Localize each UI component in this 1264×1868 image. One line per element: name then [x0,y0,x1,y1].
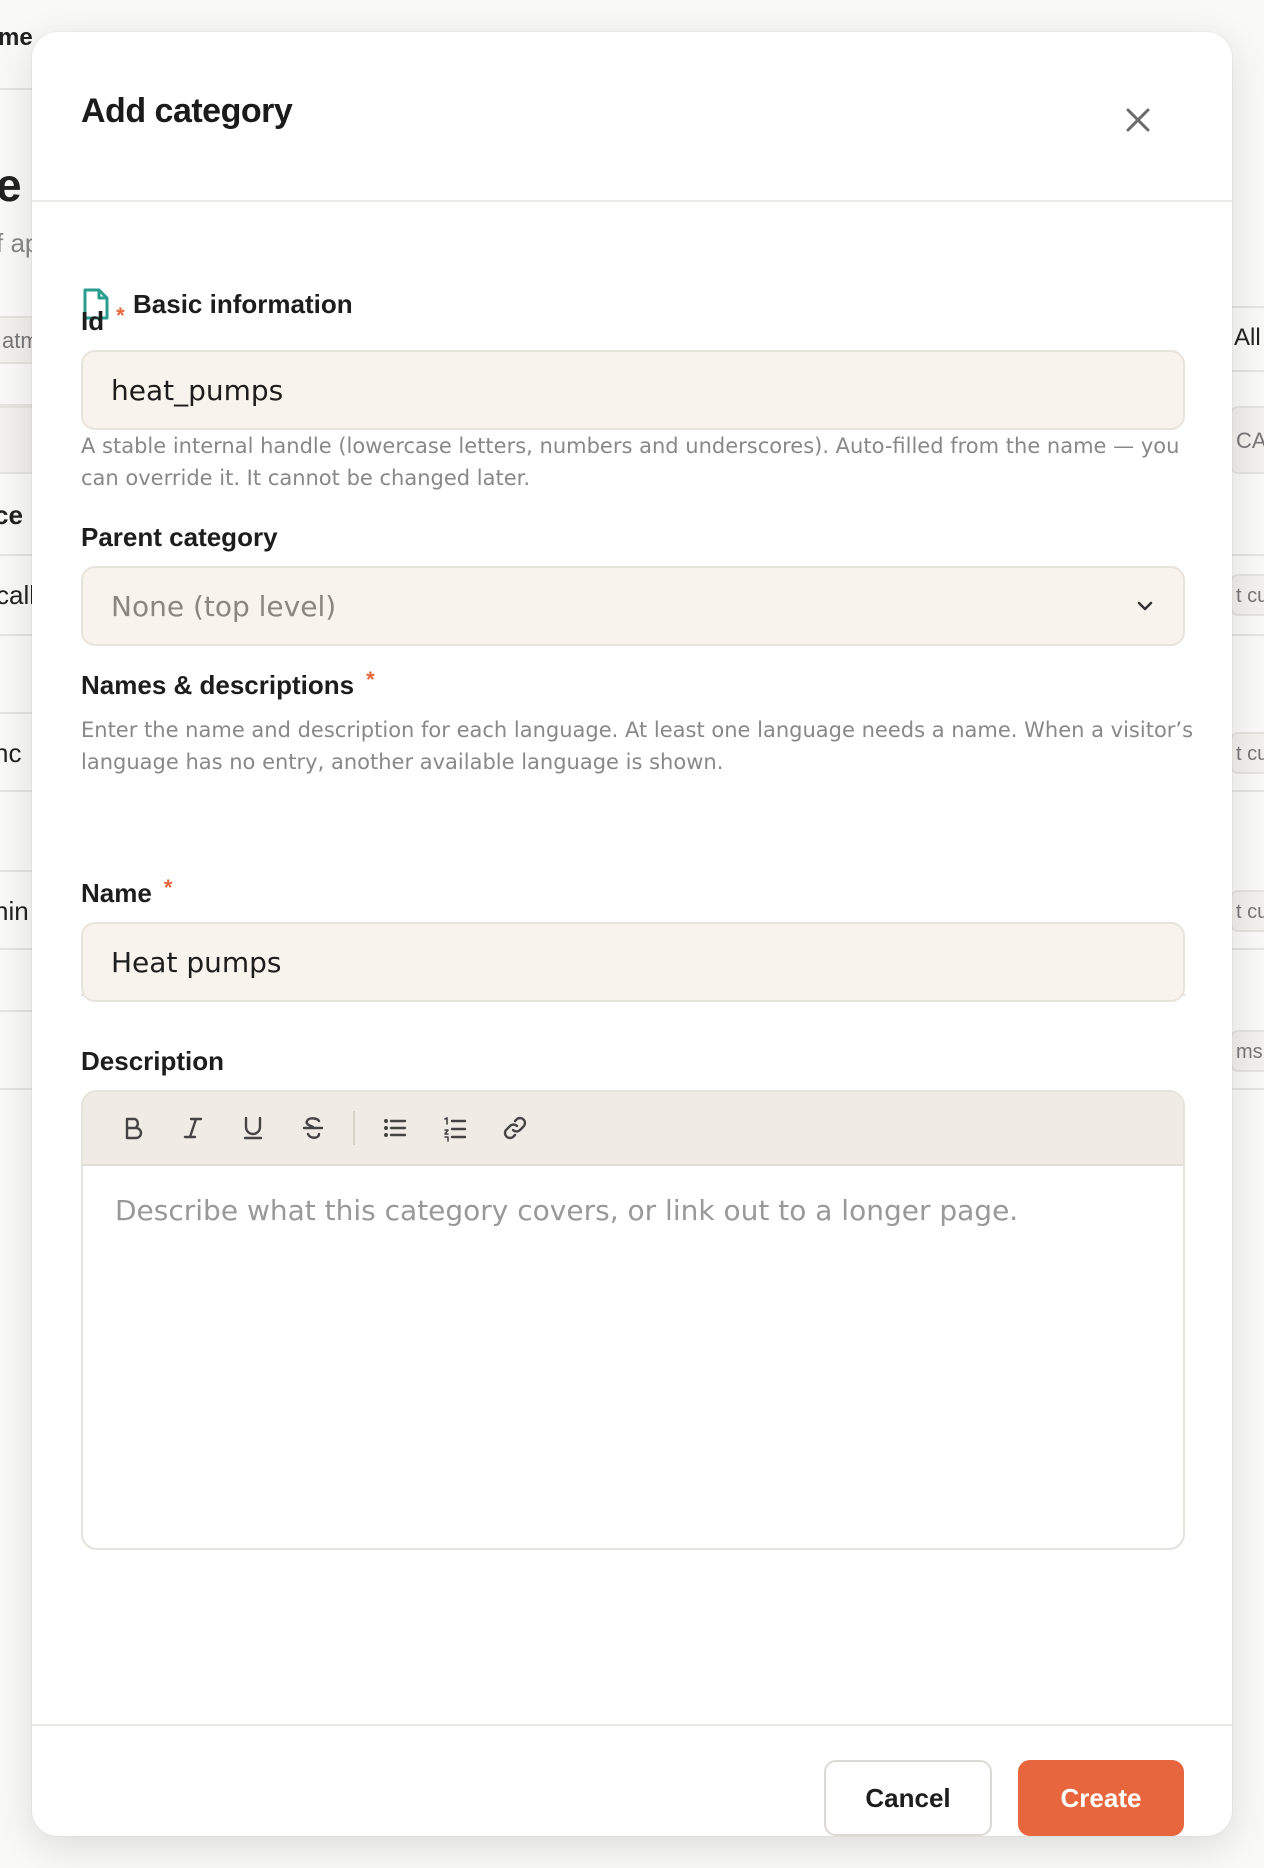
names-descriptions-label: Names & descriptions * [81,666,375,701]
bg-left-text-2: f ap [0,228,32,258]
parent-category-label-text: Parent category [81,522,278,552]
bg-right-pill: t cu [1230,732,1264,774]
bg-right-header-cell: CA [1230,406,1264,474]
id-help-text: A stable internal handle (lowercase lett… [81,434,1180,490]
background-left-strip: mer e f ap atm ce call nc hin [0,0,32,1868]
name-label: Name * [81,874,173,909]
cancel-button[interactable]: Cancel [824,1760,992,1836]
bg-right-text-0: All [1234,324,1261,351]
bg-divider [0,634,32,636]
bg-left-text-0: mer [0,24,32,51]
bg-divider [1230,948,1264,950]
name-input[interactable]: Heat pumps [81,922,1185,1002]
name-input-value: Heat pumps [111,945,282,979]
required-mark: * [366,666,375,692]
bg-divider [0,554,32,556]
bg-left-text-7: hin [0,896,29,926]
bg-right-pill: t cu [1230,890,1264,932]
bg-divider [1230,634,1264,636]
id-label-text: Id [81,306,105,336]
names-help-text: Enter the name and description for each … [81,718,1194,774]
bg-divider [0,1010,32,1012]
parent-category-selected: None (top level) [111,589,337,623]
description-editor: Describe what this category covers, or l… [81,1090,1185,1550]
parent-category-select[interactable]: None (top level) [81,566,1185,646]
italic-icon [183,1117,203,1139]
strikethrough-button[interactable] [283,1103,343,1153]
bg-divider [0,948,32,950]
bg-divider [0,790,32,792]
numbered-list-button[interactable] [425,1103,485,1153]
required-mark: * [163,874,173,900]
underline-button[interactable] [223,1103,283,1153]
description-label: Description [81,1046,224,1077]
bg-divider [1230,790,1264,792]
close-icon [1126,108,1150,132]
bg-left-text-5: call [0,580,32,610]
link-icon [503,1116,527,1140]
bullet-list-button[interactable] [365,1103,425,1153]
bg-divider [1230,370,1264,372]
bg-divider [0,88,32,90]
toolbar-divider [353,1111,355,1145]
description-placeholder: Describe what this category covers, or l… [115,1194,1019,1227]
underline-icon [243,1116,263,1140]
bg-divider [0,1088,32,1090]
close-button[interactable] [1114,96,1162,144]
id-input-value: heat_pumps [111,373,284,407]
background-right-strip: All CA t cu t cu t cu ms [1230,0,1264,1868]
bg-divider [1230,1088,1264,1090]
bg-divider [1230,306,1264,308]
numbered-list-icon [444,1117,467,1142]
dialog-header: Add category [32,32,1232,202]
bg-left-text-4: ce [0,500,23,530]
dialog-body: Basic information Id * heat_pumps A stab… [32,202,1232,1724]
name-label-text: Name [81,878,152,908]
create-button[interactable]: Create [1018,1760,1184,1836]
required-mark: * [116,302,125,328]
bg-left-text-1: e [0,159,22,211]
bg-divider [1230,554,1264,556]
chevron-down-icon [1137,601,1153,611]
bg-right-pill: ms [1230,1030,1264,1072]
dialog-footer: Cancel Create [32,1724,1232,1836]
bold-button[interactable] [103,1103,163,1153]
bullet-list-icon [384,1119,407,1137]
names-descriptions-label-text: Names & descriptions [81,670,355,700]
bg-divider [0,712,32,714]
bg-right-pill: t cu [1230,574,1264,616]
id-label: Id * [81,302,125,337]
bg-left-pill: atm [0,316,32,364]
section-title: Basic information [133,288,353,319]
bg-left-header-cell [0,406,32,474]
parent-category-label: Parent category [81,522,278,553]
bg-divider [0,870,32,872]
add-category-dialog: Add category Basic information Id * heat… [32,32,1232,1836]
description-label-text: Description [81,1046,225,1076]
bg-left-text-6: nc [0,738,22,768]
id-input[interactable]: heat_pumps [81,350,1185,430]
link-button[interactable] [485,1103,545,1153]
strikethrough-icon [302,1117,324,1139]
bold-icon [125,1117,143,1140]
editor-toolbar [83,1092,1183,1166]
italic-button[interactable] [163,1103,223,1153]
dialog-title: Add category [81,92,293,130]
description-text-area[interactable]: Describe what this category covers, or l… [83,1166,1183,1255]
